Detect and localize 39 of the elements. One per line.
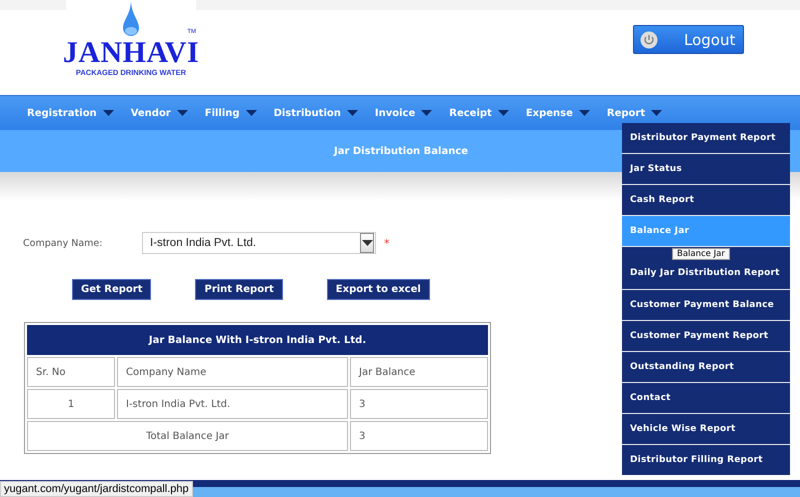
menu-item[interactable]: Distributor Filling Report bbox=[622, 445, 790, 475]
caret-icon bbox=[421, 110, 432, 116]
menu-item[interactable]: Jar Status bbox=[622, 154, 790, 184]
total-value: 3 bbox=[350, 421, 488, 451]
caret-icon bbox=[176, 110, 188, 116]
menu-item[interactable]: Vehicle Wise Report bbox=[622, 414, 790, 444]
required-mark: * bbox=[384, 236, 390, 250]
power-icon bbox=[640, 30, 658, 48]
report-button[interactable]: Get Report bbox=[72, 279, 152, 300]
table-cell: 1 bbox=[27, 389, 115, 419]
caret-icon bbox=[346, 110, 358, 116]
menu-item[interactable]: Customer Payment Report bbox=[622, 321, 790, 351]
column-header: Jar Balance bbox=[350, 357, 488, 387]
table-title: Jar Balance With I-stron India Pvt. Ltd. bbox=[27, 325, 488, 355]
total-label: Total Balance Jar bbox=[27, 421, 348, 451]
menu-item[interactable]: Outstanding Report bbox=[622, 352, 790, 382]
column-header: Sr. No bbox=[27, 357, 115, 387]
status-url: yugant.com/yugant/jardistcompall.php bbox=[0, 481, 193, 497]
column-header: Company Name bbox=[117, 357, 348, 387]
caret-icon bbox=[102, 110, 114, 116]
table-cell: 3 bbox=[350, 389, 488, 419]
caret-icon bbox=[498, 110, 509, 116]
menu-item[interactable]: Cash Report bbox=[622, 185, 790, 215]
logo-text: JANHAVI bbox=[62, 38, 200, 68]
table-cell: I-stron India Pvt. Ltd. bbox=[117, 389, 348, 419]
caret-icon bbox=[578, 110, 590, 116]
caret-icon bbox=[651, 110, 662, 116]
logout-button[interactable]: Logout bbox=[633, 25, 744, 54]
page-title: Jar Distribution Balance bbox=[334, 146, 468, 156]
company-select[interactable]: I-stron India Pvt. Ltd. bbox=[142, 232, 376, 254]
caret-icon bbox=[362, 240, 372, 246]
menu-item[interactable]: Customer Payment Balance bbox=[622, 290, 790, 320]
menu-item[interactable]: Contact bbox=[622, 383, 790, 413]
caret-icon bbox=[246, 110, 257, 116]
report-button[interactable]: Export to excel bbox=[326, 279, 430, 300]
report-button[interactable]: Print Report bbox=[195, 279, 283, 300]
tooltip: Balance Jar bbox=[672, 248, 730, 260]
field-label: Company Name: bbox=[23, 238, 104, 248]
menu-item[interactable]: Distributor Payment Report bbox=[622, 123, 790, 153]
